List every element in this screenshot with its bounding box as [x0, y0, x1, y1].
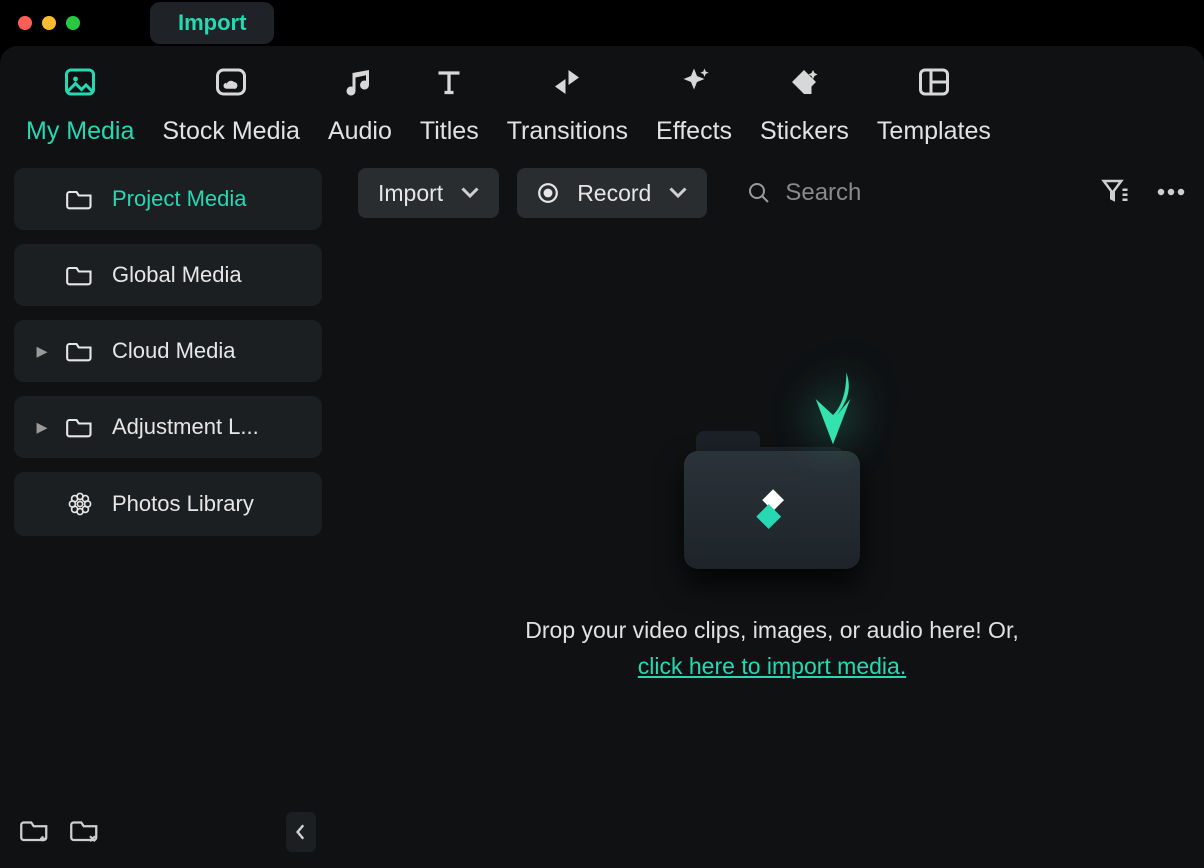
filter-button[interactable]	[1100, 177, 1130, 210]
tab-label: Effects	[656, 117, 732, 146]
search-icon	[747, 181, 771, 205]
tab-label: Titles	[420, 117, 479, 146]
import-label: Import	[378, 180, 443, 207]
more-options-button[interactable]	[1156, 184, 1186, 202]
tab-my-media[interactable]: My Media	[26, 64, 134, 146]
chevron-right-icon[interactable]: ▸	[36, 414, 48, 440]
download-arrow-icon	[798, 367, 868, 447]
layout-icon	[916, 64, 952, 107]
tab-label: Templates	[877, 117, 991, 146]
dropzone-text: Drop your video clips, images, or audio …	[525, 613, 1018, 684]
sidebar-item-label: Project Media	[112, 186, 247, 212]
dropzone-graphic	[684, 389, 860, 569]
transition-icon	[549, 64, 585, 107]
sidebar-item-label: Cloud Media	[112, 338, 236, 364]
sidebar-item-label: Adjustment L...	[112, 414, 259, 440]
record-label: Record	[577, 180, 651, 207]
folder-icon	[66, 263, 94, 287]
sidebar-item-photos-library[interactable]: ▸ Photos Library	[14, 472, 322, 536]
delete-folder-button[interactable]	[70, 817, 100, 848]
folder-icon	[66, 187, 94, 211]
sidebar-footer	[14, 802, 322, 856]
tab-label: My Media	[26, 117, 134, 146]
window-close-button[interactable]	[18, 16, 32, 30]
folder-icon	[66, 415, 94, 439]
image-icon	[62, 64, 98, 107]
tab-titles[interactable]: Titles	[420, 64, 479, 146]
tab-stickers[interactable]: Stickers	[760, 64, 849, 146]
tab-label: Stock Media	[162, 117, 300, 146]
search-field[interactable]	[747, 179, 985, 207]
sticker-icon	[786, 64, 822, 107]
panel-toolbar: Import Record	[358, 168, 1186, 218]
sidebar-item-global-media[interactable]: ▸ Global Media	[14, 244, 322, 306]
window-minimize-button[interactable]	[42, 16, 56, 30]
tab-label: Audio	[328, 117, 392, 146]
record-icon	[537, 182, 559, 204]
import-dropdown[interactable]: Import	[358, 168, 499, 218]
app-logo-icon	[750, 488, 794, 532]
tab-transitions[interactable]: Transitions	[507, 64, 628, 146]
music-icon	[342, 64, 378, 107]
media-panel: Import Record	[336, 156, 1204, 868]
sidebar: ▸ Project Media ▸ Global Media ▸ Cloud M…	[0, 156, 336, 868]
record-dropdown[interactable]: Record	[517, 168, 707, 218]
chevron-down-icon	[669, 187, 687, 199]
sparkle-icon	[676, 64, 712, 107]
tab-templates[interactable]: Templates	[877, 64, 991, 146]
main-panel: My Media Stock Media Audio Titles Transi…	[0, 46, 1204, 868]
folder-icon	[66, 339, 94, 363]
dropzone-line1: Drop your video clips, images, or audio …	[525, 617, 1018, 643]
cloud-icon	[213, 64, 249, 107]
tab-stock-media[interactable]: Stock Media	[162, 64, 300, 146]
sidebar-item-cloud-media[interactable]: ▸ Cloud Media	[14, 320, 322, 382]
text-icon	[431, 64, 467, 107]
sidebar-item-label: Global Media	[112, 262, 242, 288]
window-zoom-button[interactable]	[66, 16, 80, 30]
tab-label: Transitions	[507, 117, 628, 146]
category-tabs: My Media Stock Media Audio Titles Transi…	[0, 46, 1204, 156]
new-folder-button[interactable]	[20, 817, 50, 848]
titlebar: Import	[0, 0, 1204, 46]
tab-effects[interactable]: Effects	[656, 64, 732, 146]
import-media-link[interactable]: click here to import media.	[638, 653, 906, 679]
photos-icon	[66, 490, 94, 518]
chevron-down-icon	[461, 187, 479, 199]
tab-audio[interactable]: Audio	[328, 64, 392, 146]
sidebar-item-adjustment-layers[interactable]: ▸ Adjustment L...	[14, 396, 322, 458]
sidebar-item-project-media[interactable]: ▸ Project Media	[14, 168, 322, 230]
collapse-sidebar-button[interactable]	[286, 812, 316, 852]
content-area: ▸ Project Media ▸ Global Media ▸ Cloud M…	[0, 156, 1204, 868]
sidebar-item-label: Photos Library	[112, 491, 254, 517]
media-dropzone[interactable]: Drop your video clips, images, or audio …	[358, 218, 1186, 856]
app-tab-import[interactable]: Import	[150, 2, 274, 44]
search-input[interactable]	[785, 179, 985, 207]
chevron-right-icon[interactable]: ▸	[36, 338, 48, 364]
tab-label: Stickers	[760, 117, 849, 146]
